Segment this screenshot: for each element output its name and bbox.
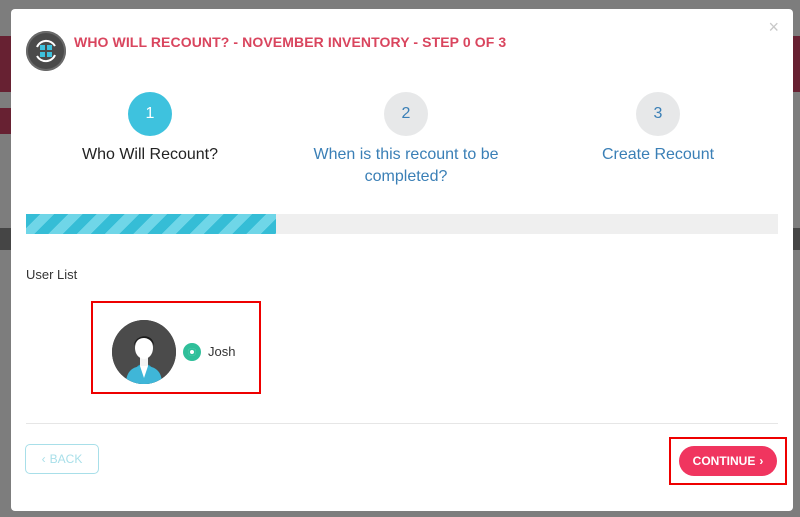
continue-highlight: CONTINUE › — [669, 437, 787, 485]
progress-fill — [26, 214, 277, 234]
back-button[interactable]: ‹ BACK — [25, 444, 99, 474]
chevron-right-icon: › — [759, 454, 764, 468]
inventory-logo-icon — [26, 31, 66, 71]
continue-button[interactable]: CONTINUE › — [679, 446, 777, 476]
back-button-label: BACK — [49, 452, 83, 466]
chevron-left-icon: ‹ — [41, 452, 46, 466]
step-2-label[interactable]: When is this recount to be completed? — [301, 144, 511, 188]
continue-button-label: CONTINUE — [692, 454, 756, 468]
user-name: Josh — [208, 344, 236, 359]
user-option-josh[interactable]: Josh — [91, 301, 261, 394]
step-3[interactable]: 3 Create Recount — [578, 92, 738, 166]
step-2-number: 2 — [384, 92, 428, 136]
step-2[interactable]: 2 When is this recount to be completed? — [301, 92, 511, 188]
modal-title: WHO WILL RECOUNT? - NOVEMBER INVENTORY -… — [74, 34, 507, 50]
step-1[interactable]: 1 Who Will Recount? — [70, 92, 230, 166]
step-3-number: 3 — [636, 92, 680, 136]
recount-modal: × WHO WILL RECOUNT? - NOVEMBER INVENTORY… — [11, 9, 793, 511]
avatar — [112, 320, 176, 384]
close-icon[interactable]: × — [768, 17, 779, 38]
user-list-label: User List — [26, 267, 78, 282]
footer-divider — [26, 423, 778, 424]
step-1-label: Who Will Recount? — [81, 146, 219, 163]
step-3-label[interactable]: Create Recount — [578, 144, 738, 166]
progress-bar — [26, 214, 778, 234]
step-1-number: 1 — [128, 92, 172, 136]
user-radio-selected[interactable] — [183, 343, 201, 361]
